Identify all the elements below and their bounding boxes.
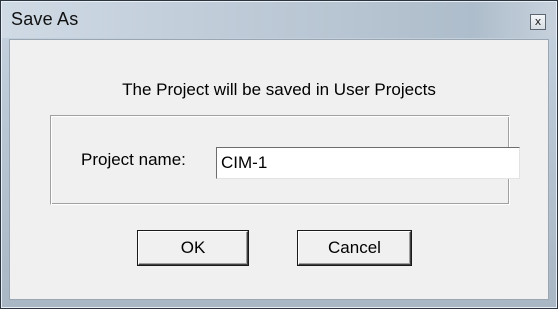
project-name-label: Project name:: [81, 150, 186, 169]
save-as-dialog: Save As x The Project will be saved in U…: [0, 0, 558, 309]
project-name-group: Project name:: [50, 115, 520, 205]
project-name-input[interactable]: [216, 147, 520, 179]
ok-button[interactable]: OK: [138, 231, 248, 265]
cancel-button[interactable]: Cancel: [298, 231, 411, 265]
dialog-body: The Project will be saved in User Projec…: [9, 39, 549, 300]
dialog-title: Save As: [11, 9, 79, 29]
title-bar[interactable]: Save As x: [2, 2, 556, 38]
close-icon[interactable]: x: [530, 14, 546, 30]
save-location-message: The Project will be saved in User Projec…: [122, 80, 436, 99]
